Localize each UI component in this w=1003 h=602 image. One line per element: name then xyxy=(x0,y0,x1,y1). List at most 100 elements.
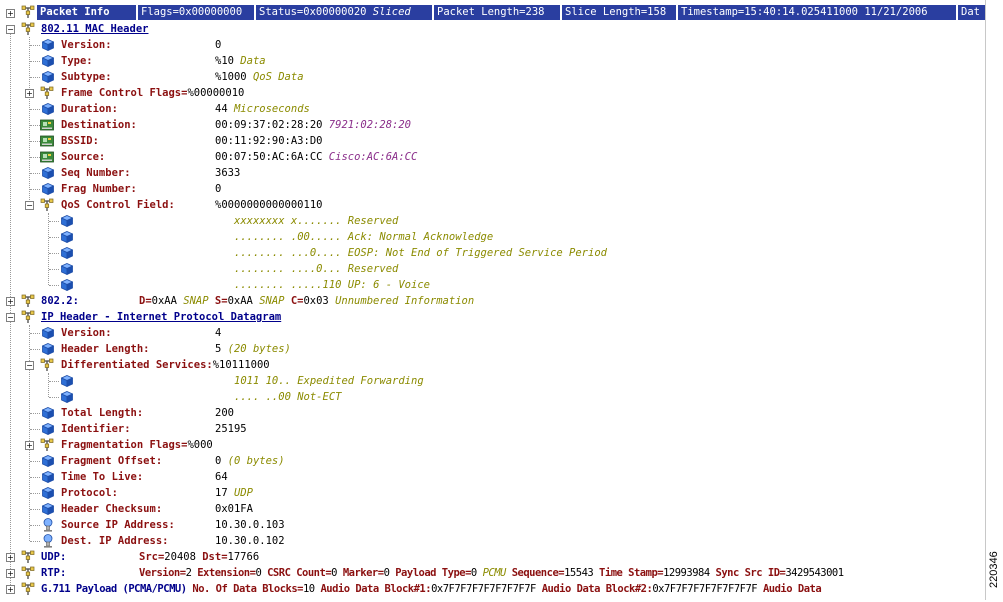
ip-header-row[interactable]: − IP Header - Internet Protocol Datagram xyxy=(0,309,985,325)
collapse-mac-header-toggle[interactable]: − xyxy=(6,25,15,34)
mac-seq-value: 3633 xyxy=(215,167,241,179)
ip-diff-field: Differentiated Services:%10111000 xyxy=(61,359,270,371)
field-cube-icon xyxy=(42,471,54,483)
ip-diff-row[interactable]: − Differentiated Services:%10111000 xyxy=(0,357,985,373)
udp-folder-icon xyxy=(21,550,35,564)
expand-g711-toggle[interactable]: + xyxy=(6,585,15,594)
mac-qos-row[interactable]: − QoS Control Field: %0000000000000110 xyxy=(0,197,985,213)
ip-ttl-row[interactable]: Time To Live: 64 xyxy=(0,469,985,485)
qos-bit-row[interactable]: xxxxxxxx x....... Reserved xyxy=(0,213,985,229)
ip-hlen-row[interactable]: Header Length: 5 (20 bytes) xyxy=(0,341,985,357)
field-cube-icon xyxy=(61,231,73,243)
qos-bit-row[interactable]: ........ .00..... Ack: Normal Acknowledg… xyxy=(0,229,985,245)
mac-frag-row[interactable]: Frag Number: 0 xyxy=(0,181,985,197)
mac-qos-value: %0000000000000110 xyxy=(215,199,323,211)
mac-duration-label: Duration: xyxy=(61,103,118,115)
llc-row[interactable]: + 802.2: D=0xAA SNAP S=0xAA SNAP C=0x03 … xyxy=(0,293,985,309)
ip-version-value: 4 xyxy=(215,327,222,339)
field-cube-icon xyxy=(61,247,73,259)
field-cube-icon xyxy=(42,167,54,179)
g711-row[interactable]: + G.711 Payload (PCMA/PCMU) No. Of Data … xyxy=(0,581,985,597)
diff-bit-text: 1011 10.. Expedited Forwarding xyxy=(234,375,424,387)
field-cube-icon xyxy=(42,103,54,115)
mac-destination-label: Destination: xyxy=(61,119,137,131)
mac-fcf-row[interactable]: + Frame Control Flags=%00000010 xyxy=(0,85,985,101)
mac-frag-value: 0 xyxy=(215,183,222,195)
packet-info-title[interactable]: Packet Info xyxy=(37,5,136,20)
ip-checksum-row[interactable]: Header Checksum: 0x01FA xyxy=(0,501,985,517)
ip-header-folder-icon xyxy=(21,310,35,324)
field-cube-icon xyxy=(42,71,54,83)
mac-type-row[interactable]: Type: %10 Data xyxy=(0,53,985,69)
ip-address-icon xyxy=(42,518,54,532)
field-cube-icon xyxy=(42,423,54,435)
ip-frag-offset-row[interactable]: Fragment Offset: 0 (0 bytes) xyxy=(0,453,985,469)
expand-packet-info-toggle[interactable]: + xyxy=(6,9,15,18)
mac-version-value: 0 xyxy=(215,39,222,51)
qos-bit-row[interactable]: ........ .....110 UP: 6 - Voice xyxy=(0,277,985,293)
ip-total-length-row[interactable]: Total Length: 200 xyxy=(0,405,985,421)
ip-version-label: Version: xyxy=(61,327,112,339)
header-timestamp: Timestamp=15:40:14.025411000 11/21/2006 xyxy=(678,5,956,20)
figure-number: 220346 xyxy=(988,551,1000,588)
llc-folder-icon xyxy=(21,294,35,308)
ip-frag-flags-row[interactable]: + Fragmentation Flags=%000 xyxy=(0,437,985,453)
field-cube-icon xyxy=(61,391,73,403)
g711-summary: G.711 Payload (PCMA/PCMU) No. Of Data Bl… xyxy=(41,583,822,595)
diff-bit-row[interactable]: .... ..00 Not-ECT xyxy=(0,389,985,405)
mac-version-row[interactable]: Version: 0 xyxy=(0,37,985,53)
diff-services-folder-icon xyxy=(40,358,54,372)
diff-bit-row[interactable]: 1011 10.. Expedited Forwarding xyxy=(0,373,985,389)
qos-bit-row[interactable]: ........ ...0.... EOSP: Not End of Trigg… xyxy=(0,245,985,261)
header-slice-length: Slice Length=158 xyxy=(562,5,676,20)
mac-source-row[interactable]: Source: 00:07:50:AC:6A:CC Cisco:AC:6A:CC xyxy=(0,149,985,165)
ip-checksum-value: 0x01FA xyxy=(215,503,253,515)
header-status: Status=0x00000020 Sliced xyxy=(256,5,432,20)
mac-bssid-row[interactable]: BSSID: 00:11:92:90:A3:D0 xyxy=(0,133,985,149)
qos-bit-row[interactable]: ........ ....0... Reserved xyxy=(0,261,985,277)
ip-address-icon xyxy=(42,534,54,548)
network-card-icon xyxy=(40,151,54,163)
ip-hlen-value: 5 (20 bytes) xyxy=(215,343,291,355)
expand-llc-toggle[interactable]: + xyxy=(6,297,15,306)
field-cube-icon xyxy=(61,375,73,387)
mac-seq-row[interactable]: Seq Number: 3633 xyxy=(0,165,985,181)
field-cube-icon xyxy=(42,55,54,67)
ip-dst-row[interactable]: Dest. IP Address: 10.30.0.102 xyxy=(0,533,985,549)
mac-header-folder-icon xyxy=(21,22,35,36)
mac-qos-label: QoS Control Field: xyxy=(61,199,175,211)
mac-duration-row[interactable]: Duration: 44 Microseconds xyxy=(0,101,985,117)
field-cube-icon xyxy=(61,263,73,275)
expand-fcf-toggle[interactable]: + xyxy=(25,89,34,98)
rtp-row[interactable]: + RTP: Version=2 Extension=0 CSRC Count=… xyxy=(0,565,985,581)
mac-subtype-row[interactable]: Subtype: %1000 QoS Data xyxy=(0,69,985,85)
mac-destination-row[interactable]: Destination: 00:09:37:02:28:20 7921:02:2… xyxy=(0,117,985,133)
mac-type-value: %10 Data xyxy=(215,55,266,67)
field-cube-icon xyxy=(61,279,73,291)
header-data: Dat xyxy=(958,5,985,20)
mac-header-row[interactable]: − 802.11 MAC Header xyxy=(0,21,985,37)
expand-rtp-toggle[interactable]: + xyxy=(6,569,15,578)
g711-folder-icon xyxy=(21,582,35,596)
mac-header-title: 802.11 MAC Header xyxy=(41,23,149,35)
collapse-qos-toggle[interactable]: − xyxy=(25,201,34,210)
field-cube-icon xyxy=(42,503,54,515)
udp-row[interactable]: + UDP: Src=20408 Dst=17766 xyxy=(0,549,985,565)
expand-frag-flags-toggle[interactable]: + xyxy=(25,441,34,450)
ip-src-row[interactable]: Source IP Address: 10.30.0.103 xyxy=(0,517,985,533)
rtp-summary: Version=2 Extension=0 CSRC Count=0 Marke… xyxy=(139,567,844,579)
ip-protocol-row[interactable]: Protocol: 17 UDP xyxy=(0,485,985,501)
ip-identifier-row[interactable]: Identifier: 25195 xyxy=(0,421,985,437)
expand-udp-toggle[interactable]: + xyxy=(6,553,15,562)
qos-bit-text: ........ .00..... Ack: Normal Acknowledg… xyxy=(234,231,494,243)
ip-version-row[interactable]: Version: 4 xyxy=(0,325,985,341)
mac-bssid-label: BSSID: xyxy=(61,135,99,147)
ip-ttl-value: 64 xyxy=(215,471,228,483)
mac-frag-label: Frag Number: xyxy=(61,183,137,195)
field-cube-icon xyxy=(61,215,73,227)
llc-title: 802.2: xyxy=(41,295,79,307)
udp-summary: Src=20408 Dst=17766 xyxy=(139,551,260,563)
ip-frag-offset-value: 0 (0 bytes) xyxy=(215,455,285,467)
collapse-diff-services-toggle[interactable]: − xyxy=(25,361,34,370)
collapse-ip-header-toggle[interactable]: − xyxy=(6,313,15,322)
